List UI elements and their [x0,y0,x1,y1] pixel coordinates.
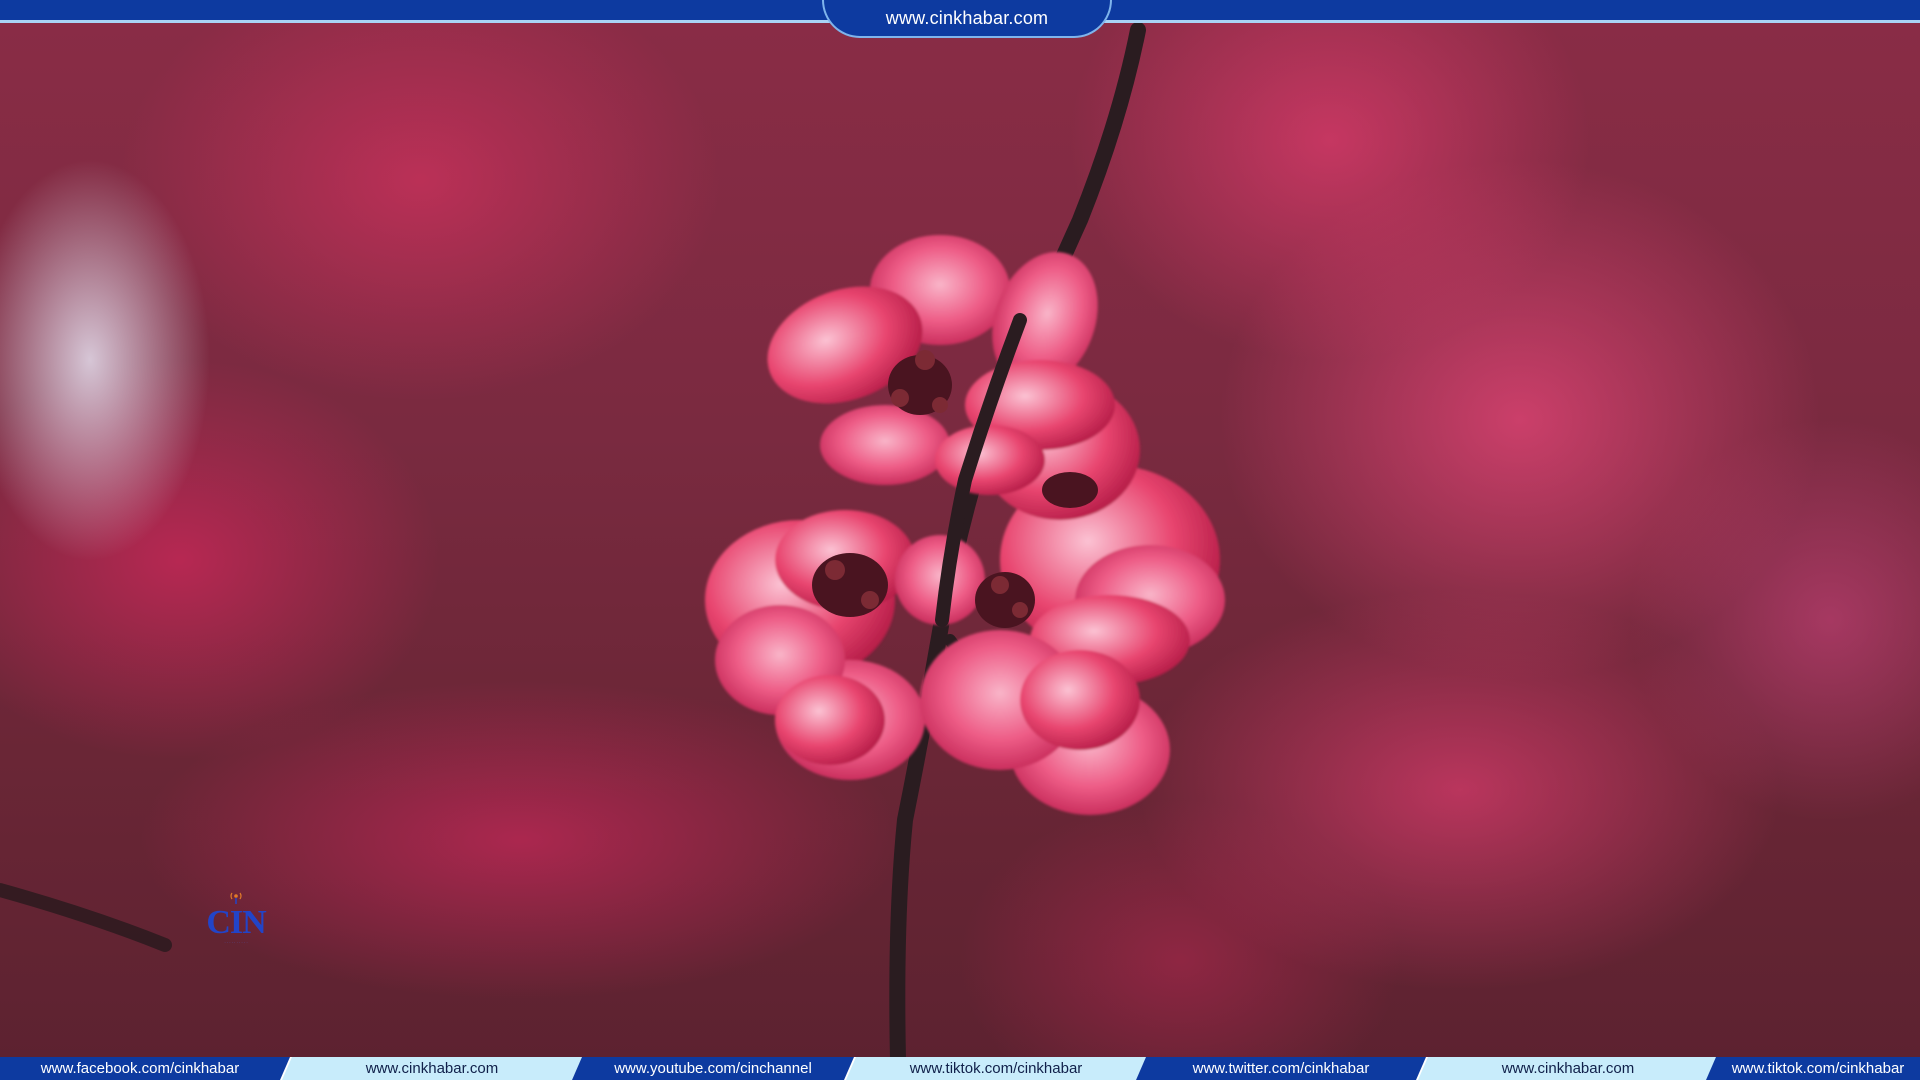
ticker-item-label: www.twitter.com/cinkhabar [1192,1060,1370,1077]
ticker-item-label: www.cinkhabar.com [1501,1060,1635,1077]
logo-text: CIN [206,904,266,941]
pink-blossom-photo [0,22,1225,1068]
site-url-label: www.cinkhabar.com [885,7,1049,28]
ticker-item[interactable]: www.tiktok.com/cinkhabar [1706,1057,1920,1080]
video-frame: www.cinkhabar.com CIN · · · · · · · · · … [0,0,1920,1080]
ticker-item[interactable]: www.cinkhabar.com [1418,1057,1718,1080]
ticker-item-label: www.tiktok.com/cinkhabar [909,1060,1083,1077]
ticker-item[interactable]: www.facebook.com/cinkhabar [0,1057,290,1080]
social-links-ticker: www.facebook.com/cinkhabar www.cinkhabar… [0,1057,1920,1080]
ticker-item[interactable]: www.youtube.com/cinchannel [572,1057,854,1080]
ticker-item-label: www.tiktok.com/cinkhabar [1731,1060,1905,1077]
ticker-item-label: www.youtube.com/cinchannel [614,1060,812,1077]
ticker-item-label: www.cinkhabar.com [365,1060,499,1077]
ticker-item[interactable]: www.tiktok.com/cinkhabar [846,1057,1146,1080]
ticker-item[interactable]: www.twitter.com/cinkhabar [1136,1057,1426,1080]
top-site-url-tab: www.cinkhabar.com [822,0,1112,38]
ticker-item[interactable]: www.cinkhabar.com [282,1057,582,1080]
broadcast-antenna-icon [230,892,242,904]
ticker-item-label: www.facebook.com/cinkhabar [40,1060,240,1077]
logo-tagline: · · · · · · · · · · [224,940,248,945]
cin-logo: CIN · · · · · · · · · · [202,890,270,950]
